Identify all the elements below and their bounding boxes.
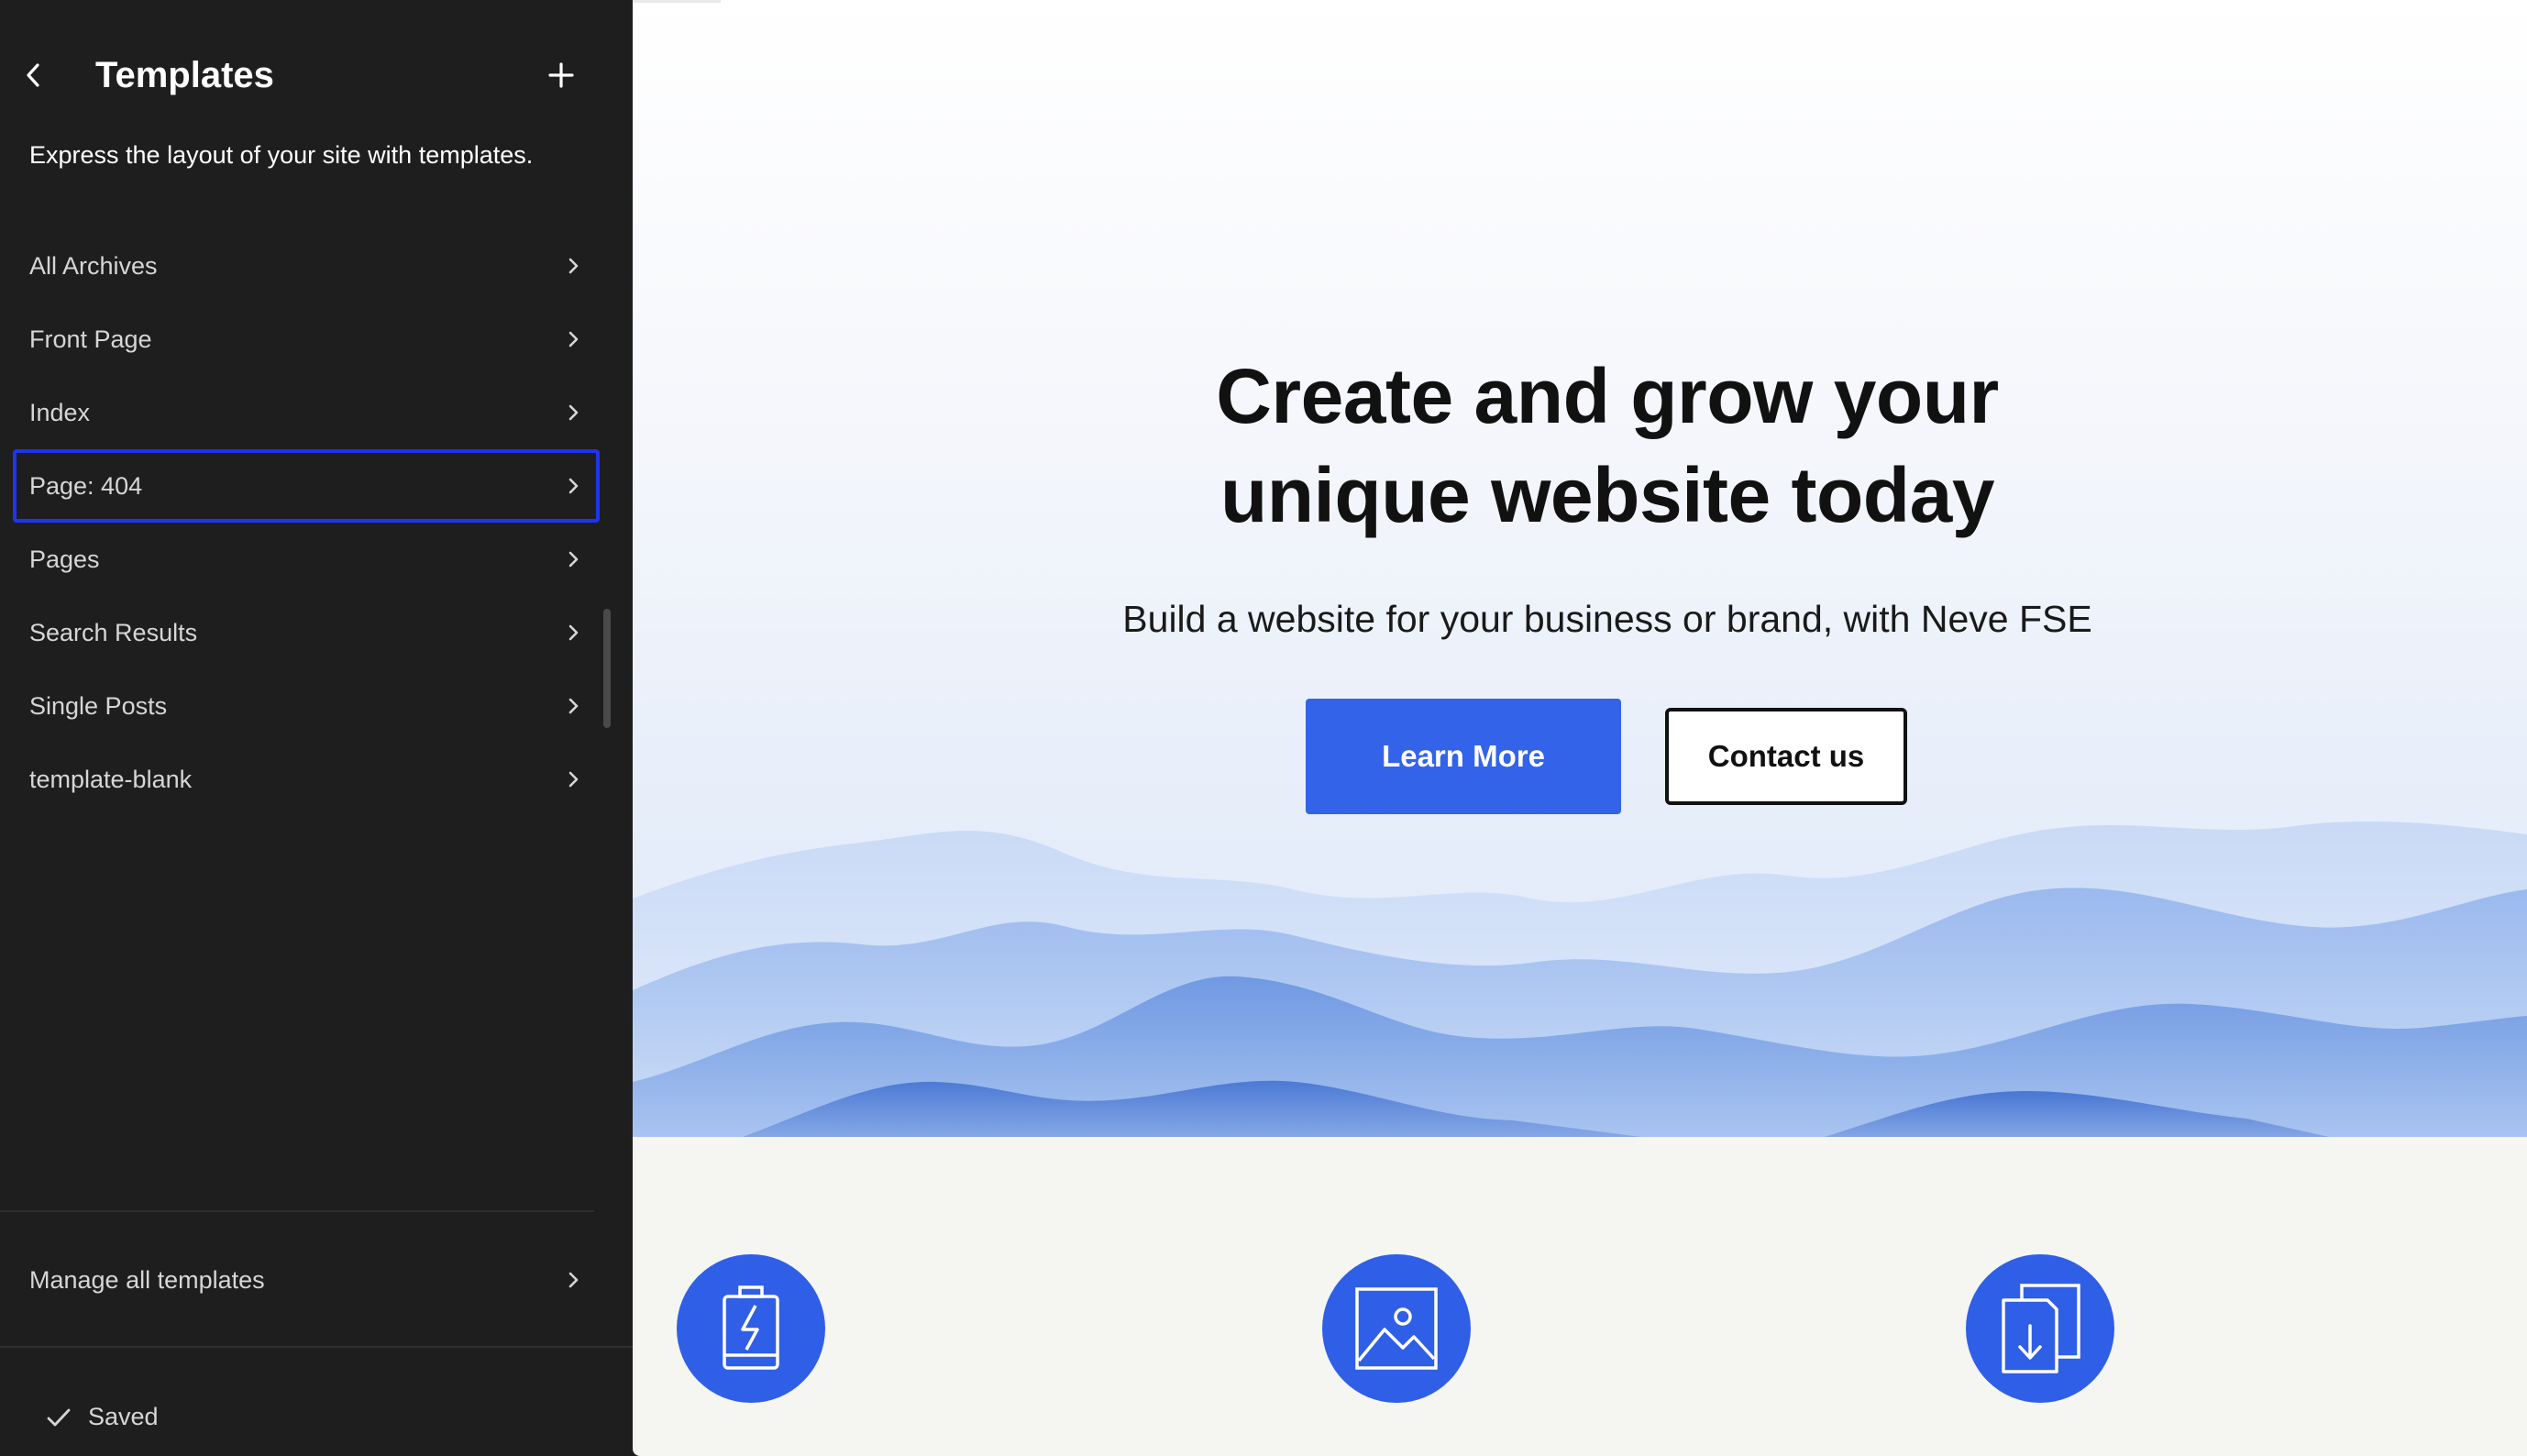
hero-title-line-2: unique website today <box>1219 452 1995 538</box>
learn-more-button[interactable]: Learn More <box>1306 699 1621 814</box>
chevron-right-icon <box>563 403 583 423</box>
plus-icon <box>548 62 574 88</box>
template-item-front-page[interactable]: Front Page <box>15 304 598 374</box>
document-download-icon <box>2002 1284 2080 1373</box>
save-status: Saved <box>46 1403 159 1431</box>
check-icon <box>47 1408 71 1426</box>
chevron-right-icon <box>563 696 583 716</box>
add-template-button[interactable] <box>539 55 583 95</box>
feature-icon-document <box>1966 1254 2114 1403</box>
back-button[interactable] <box>15 55 51 95</box>
battery-bolt-icon <box>723 1285 779 1370</box>
hero-subtitle: Build a website for your business or bra… <box>1122 598 2092 640</box>
chevron-right-icon <box>563 256 583 276</box>
template-item-label: Front Page <box>29 325 152 353</box>
hero-title: Create and grow your unique website toda… <box>633 347 2527 545</box>
template-item-label: Index <box>29 398 91 426</box>
template-item-label: Single Posts <box>29 691 168 720</box>
mountains-image <box>633 821 2527 1137</box>
template-item-label: All Archives <box>29 251 158 280</box>
template-item-index[interactable]: Index <box>15 378 598 447</box>
manage-all-templates-link[interactable]: Manage all templates <box>15 1245 598 1315</box>
hero-section: Create and grow your unique website toda… <box>633 0 2527 1137</box>
template-preview[interactable]: Create and grow your unique website toda… <box>633 0 2527 1456</box>
divider <box>0 1346 633 1348</box>
template-list: All Archives Front Page Index Page: 404 … <box>13 231 600 818</box>
chevron-right-icon <box>563 1270 583 1290</box>
template-item-label: template-blank <box>29 765 193 793</box>
chevron-right-icon <box>563 769 583 789</box>
sidebar-scrollbar[interactable] <box>603 609 611 728</box>
save-status-label: Saved <box>88 1403 159 1430</box>
templates-sidebar: Templates Express the layout of your sit… <box>0 0 633 1456</box>
template-item-search-results[interactable]: Search Results <box>15 598 598 667</box>
template-item-page-404[interactable]: Page: 404 <box>13 449 600 523</box>
template-item-label: Search Results <box>29 618 198 646</box>
template-item-template-blank[interactable]: template-blank <box>15 745 598 814</box>
template-item-label: Page: 404 <box>29 471 143 500</box>
template-item-pages[interactable]: Pages <box>15 524 598 594</box>
chevron-right-icon <box>563 329 583 349</box>
chevron-right-icon <box>563 549 583 569</box>
chevron-right-icon <box>563 623 583 643</box>
feature-icon-battery <box>677 1254 825 1403</box>
feature-icon-image <box>1322 1254 1471 1403</box>
hero-title-line-1: Create and grow your <box>1216 353 1999 439</box>
manage-all-templates-label: Manage all templates <box>29 1265 265 1294</box>
template-item-label: Pages <box>29 545 100 573</box>
template-item-all-archives[interactable]: All Archives <box>15 231 598 301</box>
template-item-single-posts[interactable]: Single Posts <box>15 671 598 741</box>
chevron-right-icon <box>563 476 583 496</box>
image-icon <box>1355 1287 1438 1370</box>
chevron-left-icon <box>27 63 39 87</box>
divider <box>0 1210 594 1212</box>
contact-us-button[interactable]: Contact us <box>1665 708 1907 805</box>
preview-edge-mark <box>633 0 721 3</box>
sidebar-description: Express the layout of your site with tem… <box>29 141 534 169</box>
sidebar-title: Templates <box>95 55 274 95</box>
